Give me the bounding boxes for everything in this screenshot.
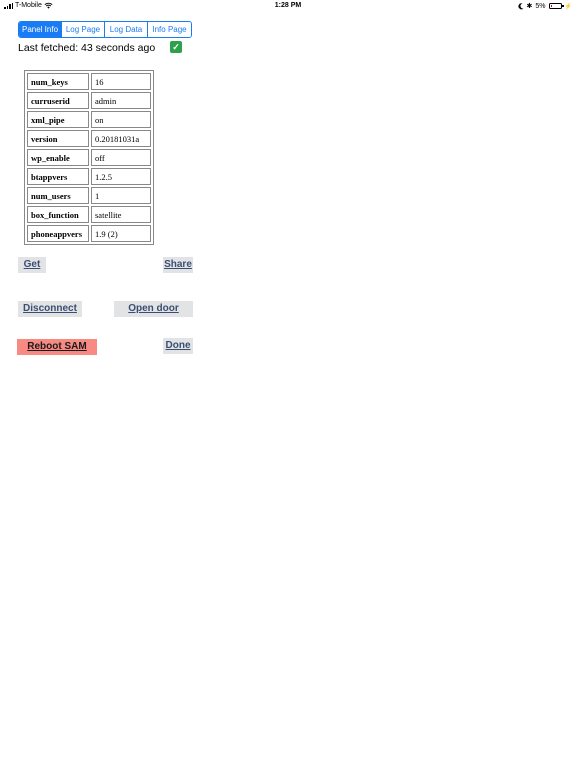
battery-icon (548, 3, 564, 9)
open-door-button[interactable]: Open door (114, 301, 193, 317)
table-row: box_function satellite (27, 206, 151, 223)
table-value: admin (91, 92, 151, 109)
table-row: phoneappvers 1.9 (2) (27, 225, 151, 242)
tab-bar: Panel Info Log Page Log Data Info Page (18, 21, 192, 38)
clock: 1:28 PM (274, 2, 302, 9)
table-key: version (27, 130, 89, 147)
table-row: num_keys 16 (27, 73, 151, 90)
done-button[interactable]: Done (163, 338, 193, 354)
table-key: num_keys (27, 73, 89, 90)
table-value: on (91, 111, 151, 128)
tab-log-page[interactable]: Log Page (61, 22, 104, 37)
table-row: curruserid admin (27, 92, 151, 109)
bluetooth-icon: ✱ (526, 3, 533, 10)
table-value: satellite (91, 206, 151, 223)
table-key: phoneappvers (27, 225, 89, 242)
moon-icon (517, 2, 524, 9)
status-bar: T-Mobile 1:28 PM ✱ 5% ⚡ (0, 0, 576, 12)
table-value: 1 (91, 187, 151, 204)
status-right: ✱ 5% ⚡ (517, 2, 572, 10)
panel-info-table: num_keys 16 curruserid admin xml_pipe on ve… (24, 70, 154, 245)
table-key: btappvers (27, 168, 89, 185)
disconnect-button[interactable]: Disconnect (18, 301, 82, 317)
tab-log-data[interactable]: Log Data (104, 22, 147, 37)
get-button[interactable]: Get (18, 257, 46, 273)
battery-percent: 5% (535, 2, 546, 10)
share-button[interactable]: Share (163, 257, 193, 273)
check-icon: ✓ (170, 41, 182, 53)
table-value: 16 (91, 73, 151, 90)
table-key: curruserid (27, 92, 89, 109)
table-row: version 0.20181031a (27, 130, 151, 147)
table-key: wp_enable (27, 149, 89, 166)
table-key: xml_pipe (27, 111, 89, 128)
charging-icon: ⚡ (564, 3, 572, 10)
table-row: xml_pipe on (27, 111, 151, 128)
last-fetched-text: Last fetched: 43 seconds ago (18, 42, 156, 54)
table-value: 1.9 (2) (91, 225, 151, 242)
table-row: num_users 1 (27, 187, 151, 204)
table-key: num_users (27, 187, 89, 204)
table-key: box_function (27, 206, 89, 223)
table-row: wp_enable off (27, 149, 151, 166)
table-value: off (91, 149, 151, 166)
battery-fill (550, 5, 552, 7)
reboot-button[interactable]: Reboot SAM (17, 339, 97, 355)
table-row: btappvers 1.2.5 (27, 168, 151, 185)
tab-panel-info[interactable]: Panel Info (19, 22, 61, 37)
tab-info-page[interactable]: Info Page (147, 22, 191, 37)
table-value: 1.2.5 (91, 168, 151, 185)
table-value: 0.20181031a (91, 130, 151, 147)
